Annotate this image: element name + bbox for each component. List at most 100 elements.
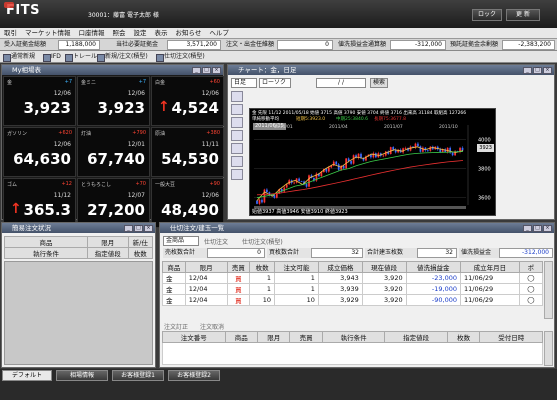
positions-scrollbar[interactable]: [544, 261, 553, 319]
tab-custom2[interactable]: お客様登録2: [168, 370, 220, 381]
quote-tile[interactable]: ゴム +12 11/12 ↑ 365.3: [3, 178, 76, 228]
col-header[interactable]: 商品: [224, 331, 258, 343]
close-order-multi-button[interactable]: 仕切注文(積型): [155, 52, 205, 62]
minimize-icon[interactable]: _: [523, 225, 532, 232]
close-order-multi-link[interactable]: 仕切注文(積型): [242, 237, 283, 246]
quote-tile[interactable]: ガソリン +620 12/06 64,630: [3, 127, 76, 177]
table-row[interactable]: 金 12/04 買 1 1 3,943 3,920 -23,000 11/06/29 ◯: [162, 272, 544, 284]
col-header[interactable]: 指定値段: [384, 331, 448, 343]
maximize-icon[interactable]: □: [533, 225, 542, 232]
lock-button[interactable]: ロック: [472, 9, 502, 21]
menu-notice[interactable]: お知らせ: [172, 28, 206, 39]
maximize-icon[interactable]: □: [202, 67, 211, 74]
close-icon[interactable]: ×: [543, 67, 552, 74]
col-header[interactable]: 執行条件: [321, 331, 386, 343]
modify-order-link[interactable]: 注文訂正: [164, 322, 188, 331]
menu-help[interactable]: ヘルプ: [205, 28, 233, 39]
minimize-icon[interactable]: _: [124, 225, 133, 232]
menu-market[interactable]: マーケット情報: [21, 28, 75, 39]
maximize-icon[interactable]: □: [134, 225, 143, 232]
new-order-multi-button[interactable]: 新規/注文(積型): [96, 52, 148, 62]
tile-price: 54,530: [161, 150, 219, 168]
quote-tile[interactable]: 金 +7 12/06 3,923: [3, 76, 76, 126]
col-header[interactable]: 売買: [226, 261, 251, 273]
table-cell: 10: [274, 294, 319, 306]
col-header[interactable]: 成立年月日: [459, 261, 520, 273]
quote-tile[interactable]: 灯油 +790 12/01 67,740: [77, 127, 150, 177]
table-row[interactable]: 金 12/04 買 1 1 3,939 3,920 -19,000 11/06/29 ◯: [162, 283, 544, 295]
tab-custom1[interactable]: お客様登録1: [112, 370, 164, 381]
col-header[interactable]: 現在値段: [361, 261, 407, 273]
col-header[interactable]: 枚数: [446, 331, 481, 343]
table-row[interactable]: 金 12/04 買 10 10 3,929 3,920 -90,000 11/06/29 ◯: [162, 294, 544, 306]
close-order-link[interactable]: 仕切注文: [204, 237, 228, 246]
panel-controls: _ □ ×: [191, 66, 221, 74]
col-header[interactable]: 限月: [256, 331, 291, 343]
table-cell: ◯: [518, 283, 544, 295]
quote-tile[interactable]: 金ミニ +7 12/06 3,923: [77, 76, 150, 126]
col-header[interactable]: 商品: [162, 261, 186, 273]
col-header[interactable]: 注文番号: [162, 331, 226, 343]
close-icon[interactable]: ×: [212, 67, 221, 74]
maximize-icon[interactable]: □: [533, 67, 542, 74]
menu-bar: 取引 マーケット情報 口座情報 照会 設定 表示 お知らせ ヘルプ: [0, 28, 557, 39]
order-toolbar: 通常新規 IFD トレール 新規/注文(積型) 仕切注文(積型): [0, 51, 557, 63]
settings-icon[interactable]: [231, 143, 243, 154]
close-icon[interactable]: ×: [543, 225, 552, 232]
indicator-icon[interactable]: [231, 130, 243, 141]
table-cell: 12/04: [184, 294, 228, 306]
table-cell: 3,920: [361, 272, 407, 284]
search-button[interactable]: 検索: [370, 78, 388, 88]
up-arrow-icon: ↑: [10, 201, 22, 217]
panel-title: My相場表: [2, 65, 223, 75]
crosshair-icon[interactable]: [231, 91, 243, 102]
col-header[interactable]: 売買: [289, 331, 323, 343]
tab-market[interactable]: 相場情報: [56, 370, 108, 381]
minimize-icon[interactable]: _: [192, 67, 201, 74]
cancel-order-link[interactable]: 注文取消: [200, 322, 224, 331]
menu-account[interactable]: 口座情報: [75, 28, 109, 39]
trail-button[interactable]: トレール: [64, 52, 97, 62]
save-icon[interactable]: [231, 169, 243, 180]
col-header[interactable]: 限月: [184, 261, 228, 273]
menu-view[interactable]: 表示: [151, 28, 172, 39]
quote-tile[interactable]: 白金 +60 12/06 ↑ 4,524: [151, 76, 224, 126]
quote-tile[interactable]: とうもろこし +70 12/07 27,200: [77, 178, 150, 228]
period-select[interactable]: 日足: [231, 78, 257, 88]
orders-scrollbar[interactable]: [544, 331, 553, 366]
table-cell: 10: [249, 294, 276, 306]
order-list-area: [4, 261, 153, 365]
table-cell: -23,000: [405, 272, 461, 284]
menu-inquiry[interactable]: 照会: [109, 28, 130, 39]
candle-body: [392, 147, 395, 150]
product-select[interactable]: 金商品: [163, 236, 199, 246]
refresh-button[interactable]: 更 新: [506, 9, 540, 21]
quote-tile[interactable]: 原油 +380 11/11 54,530: [151, 127, 224, 177]
col-header[interactable]: 受付日時: [479, 331, 543, 343]
table-cell: 3,939: [317, 283, 363, 295]
new-order-button[interactable]: 通常新規: [2, 52, 35, 62]
ifd-button[interactable]: IFD: [42, 52, 61, 62]
date-input[interactable]: / /: [316, 78, 366, 88]
candle-body: [350, 161, 352, 164]
table-cell: ◯: [518, 272, 544, 284]
menu-settings[interactable]: 設定: [130, 28, 151, 39]
menu-trade[interactable]: 取引: [0, 28, 21, 39]
price-chart[interactable]: 金 先限 11/12 2011/05/18 始値 3715 高値 3790 安値…: [249, 108, 496, 216]
chart-type-select[interactable]: ローソク: [259, 78, 291, 88]
col-header[interactable]: ポ: [518, 261, 544, 273]
close-icon[interactable]: ×: [144, 225, 153, 232]
minimize-icon[interactable]: _: [523, 67, 532, 74]
col-header[interactable]: 値洗損益金: [405, 261, 461, 273]
table-cell: 買: [226, 272, 251, 284]
col-header[interactable]: 成立価格: [317, 261, 363, 273]
quote-tile[interactable]: 一般大豆 +90 12/06 48,490: [151, 178, 224, 228]
tab-default[interactable]: デフォルト: [2, 370, 52, 381]
col-header[interactable]: 注文可能: [274, 261, 319, 273]
zoom-icon[interactable]: [231, 117, 243, 128]
trendline-icon[interactable]: [231, 104, 243, 115]
y-tick-label: 4000: [478, 138, 491, 144]
print-icon[interactable]: [231, 156, 243, 167]
col-header[interactable]: 枚数: [249, 261, 276, 273]
positions-panel: 仕切注文/建玉一覧 _ □ × 金商品 仕切注文 仕切注文(積型) 売枚数合計 0 …: [159, 222, 555, 368]
